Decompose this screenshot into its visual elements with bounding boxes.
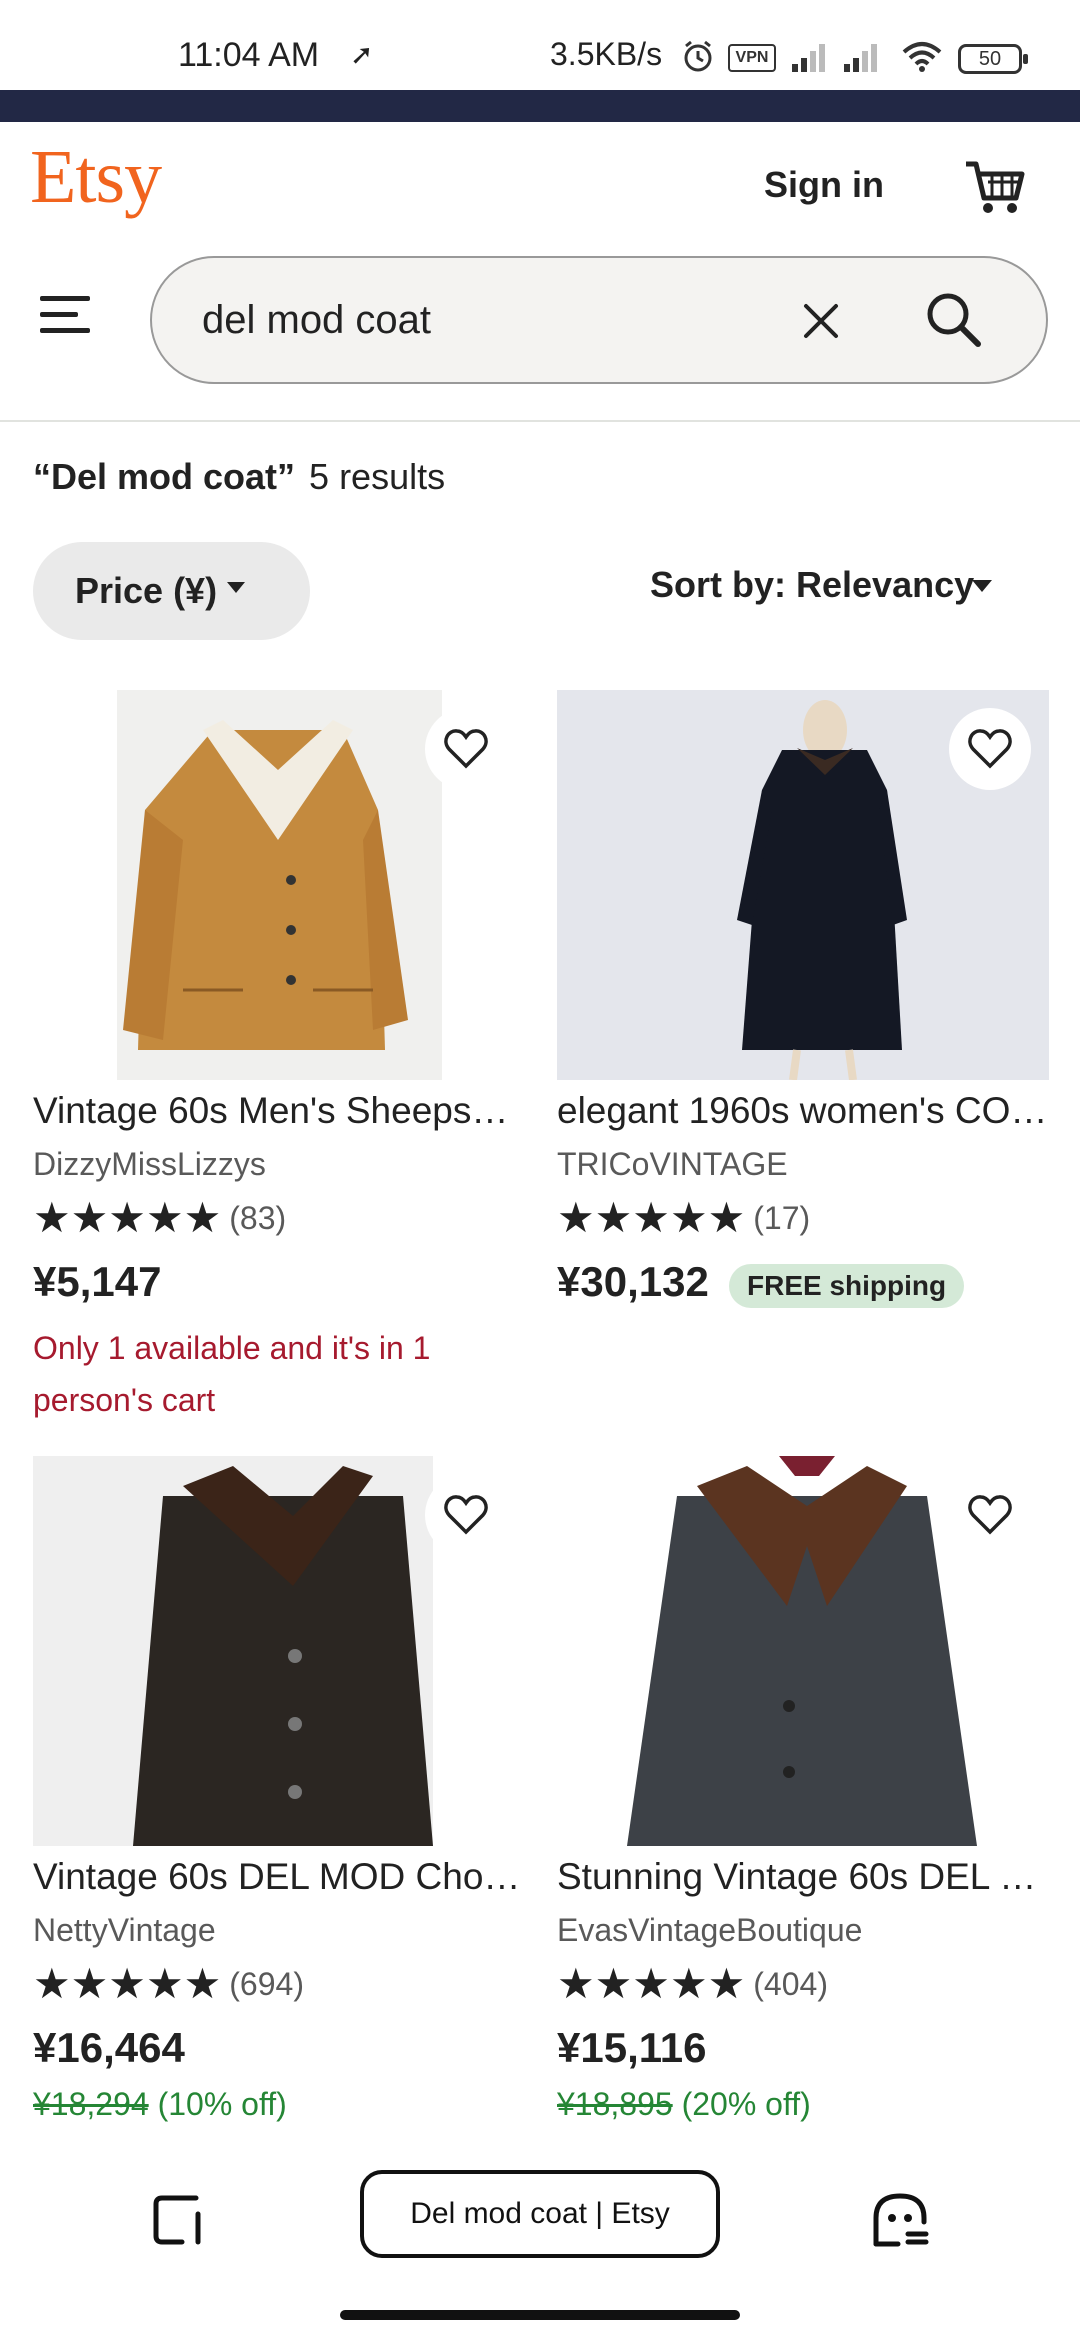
- search-input[interactable]: del mod coat: [202, 298, 431, 343]
- assistant-icon[interactable]: [868, 2188, 932, 2252]
- search-bar[interactable]: del mod coat: [150, 256, 1048, 384]
- shop-name: DizzyMissLizzys: [33, 1146, 266, 1182]
- sort-dropdown[interactable]: Sort by: Relevancy: [650, 564, 974, 606]
- favorite-button[interactable]: [949, 708, 1031, 790]
- listing-price: ¥15,116: [557, 2024, 707, 2071]
- heart-icon: [968, 729, 1012, 769]
- listing-price: ¥16,464: [33, 2024, 185, 2071]
- signal-icon-2: [844, 44, 877, 72]
- listing-title[interactable]: Stunning Vintage 60s DEL MOD Coat: [557, 1856, 1049, 1898]
- original-price: ¥18,895: [557, 2086, 673, 2122]
- network-speed: 3.5KB/s: [550, 36, 663, 72]
- status-time: 11:04 AM: [178, 36, 320, 74]
- browser-bottom-bar: Del mod coat | Etsy: [0, 2140, 1080, 2340]
- listing-price: ¥30,132: [557, 1258, 709, 1305]
- alarm-icon: [684, 40, 712, 72]
- stars: ★★★★★: [557, 1194, 746, 1241]
- original-price: ¥18,294: [33, 2086, 149, 2122]
- review-count: (83): [229, 1199, 287, 1236]
- star-rating: ★★★★★ (17): [557, 1196, 810, 1240]
- home-indicator[interactable]: [340, 2310, 740, 2320]
- favorite-button[interactable]: [425, 708, 507, 790]
- results-heading: “Del mod coat” 5 results: [33, 456, 445, 498]
- close-icon[interactable]: [798, 298, 844, 344]
- battery-icon: 50: [958, 44, 1028, 74]
- vpn-icon: VPN: [728, 44, 776, 72]
- review-count: (17): [753, 1199, 811, 1236]
- heart-icon: [444, 1495, 488, 1535]
- stars: ★★★★★: [557, 1960, 746, 2007]
- tabs-icon[interactable]: [152, 2192, 208, 2248]
- shop-name: EvasVintageBoutique: [557, 1912, 863, 1948]
- listing-title[interactable]: Vintage 60s Men's Sheepskin Coat: [33, 1090, 525, 1132]
- listing-title[interactable]: elegant 1960s women's COAT: [557, 1090, 1049, 1132]
- original-price-line: ¥18,294 (10% off): [33, 2086, 287, 2123]
- scarcity-note: Only 1 available and it's in 1 person's …: [33, 1330, 431, 1418]
- favorite-button[interactable]: [425, 1474, 507, 1556]
- search-icon[interactable]: [922, 288, 986, 352]
- star-rating: ★★★★★ (404): [557, 1962, 828, 2006]
- wifi-icon: [902, 42, 942, 72]
- menu-icon[interactable]: [38, 292, 92, 336]
- caret-down-icon: [227, 582, 245, 593]
- cart-icon[interactable]: [962, 154, 1028, 220]
- price-filter-button[interactable]: Price (¥): [33, 542, 310, 640]
- site-header: Etsy Sign in del mod coat: [0, 122, 1080, 422]
- review-count: (694): [229, 1965, 304, 2002]
- shop-name: NettyVintage: [33, 1912, 216, 1948]
- star-rating: ★★★★★ (83): [33, 1196, 286, 1240]
- listing-title[interactable]: Vintage 60s DEL MOD Chocolate Coat: [33, 1856, 525, 1898]
- original-price-line: ¥18,895 (20% off): [557, 2086, 811, 2123]
- results-count: 5 results: [309, 456, 446, 497]
- heart-icon: [444, 729, 488, 769]
- star-rating: ★★★★★ (694): [33, 1962, 304, 2006]
- top-band: [0, 90, 1080, 122]
- current-tab-button[interactable]: Del mod coat | Etsy: [360, 2170, 720, 2258]
- sign-in-link[interactable]: Sign in: [764, 164, 884, 206]
- navigation-arrow-icon: ➚: [350, 39, 374, 70]
- free-shipping-badge: FREE shipping: [729, 1264, 965, 1308]
- caret-down-icon[interactable]: [972, 580, 992, 592]
- status-bar: 11:04 AM ➚ 3.5KB/s VPN 50: [0, 0, 1080, 90]
- listing-price: ¥5,147: [33, 1258, 162, 1305]
- stars: ★★★★★: [33, 1194, 222, 1241]
- signal-icon: [792, 44, 825, 72]
- shop-name: TRICoVINTAGE: [557, 1146, 788, 1182]
- results-query: “Del mod coat”: [33, 456, 296, 497]
- favorite-button[interactable]: [949, 1474, 1031, 1556]
- discount-label: (20% off): [681, 2086, 811, 2122]
- discount-label: (10% off): [157, 2086, 287, 2122]
- etsy-logo[interactable]: Etsy: [30, 134, 162, 221]
- review-count: (404): [753, 1965, 828, 2002]
- stars: ★★★★★: [33, 1960, 222, 2007]
- heart-icon: [968, 1495, 1012, 1535]
- price-filter-label: Price (¥): [75, 570, 218, 611]
